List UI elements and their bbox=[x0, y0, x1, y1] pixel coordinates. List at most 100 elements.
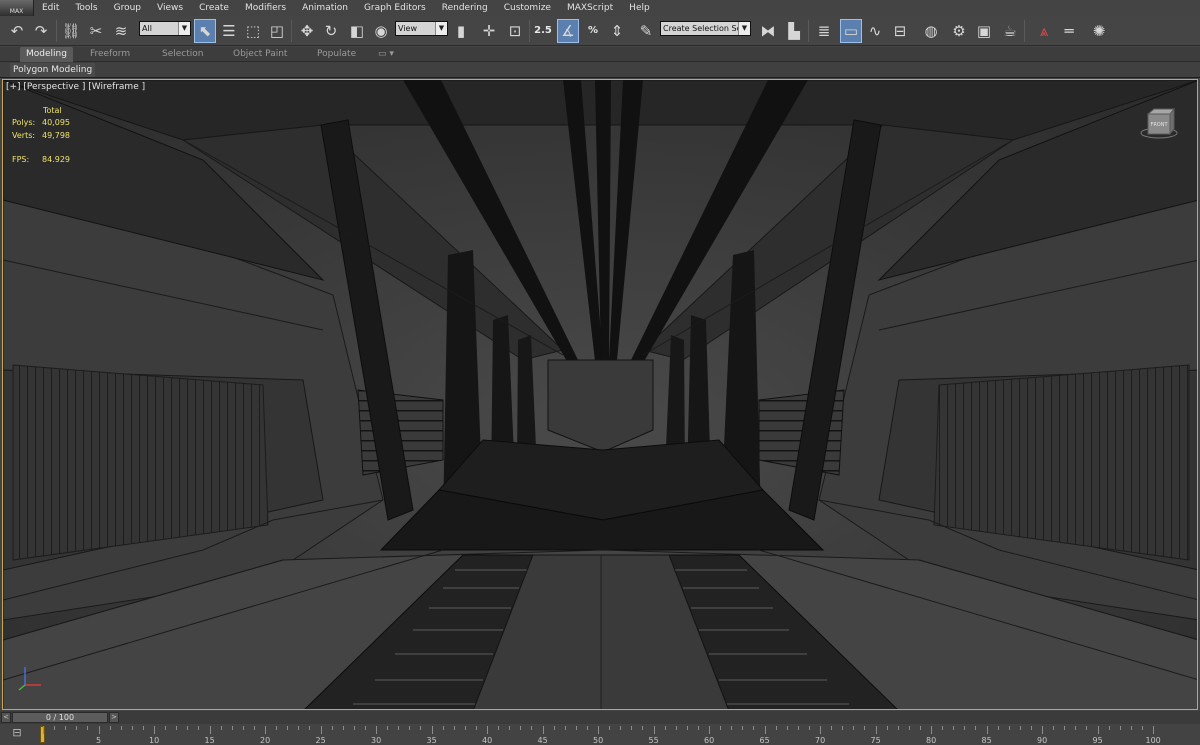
curve-editor-icon[interactable]: ∿ bbox=[864, 19, 886, 43]
select-manipulate-icon[interactable]: ✛ bbox=[478, 19, 500, 43]
undo-icon[interactable]: ↶ bbox=[6, 19, 28, 43]
redo-icon[interactable]: ↷ bbox=[30, 19, 52, 43]
select-object-icon[interactable]: ⬉ bbox=[194, 19, 216, 43]
menu-edit[interactable]: Edit bbox=[34, 0, 67, 16]
edit-named-selection-icon[interactable]: ✎ bbox=[635, 19, 657, 43]
ruler-icon[interactable]: ═ bbox=[1058, 19, 1080, 43]
named-selection-sets-dropdown[interactable]: Create Selection Se ▼ bbox=[660, 21, 751, 36]
reference-coordinate-dropdown[interactable]: View ▼ bbox=[395, 21, 448, 36]
tab-selection[interactable]: Selection bbox=[156, 47, 209, 62]
track-tick bbox=[831, 726, 833, 730]
material-editor-icon[interactable]: ◍ bbox=[920, 19, 942, 43]
menu-maxscript[interactable]: MAXScript bbox=[559, 0, 621, 16]
align-icon[interactable]: ▙ bbox=[783, 19, 805, 43]
render-setup-icon[interactable]: ⚙ bbox=[948, 19, 970, 43]
tab-freeform[interactable]: Freeform bbox=[84, 47, 136, 62]
track-tick bbox=[509, 726, 511, 730]
selection-filter-dropdown[interactable]: All ▼ bbox=[139, 21, 191, 36]
track-tick bbox=[842, 726, 844, 730]
menu-graph-editors[interactable]: Graph Editors bbox=[356, 0, 434, 16]
track-tick bbox=[675, 726, 677, 730]
time-slider-prev-button[interactable]: < bbox=[1, 712, 11, 723]
menu-views[interactable]: Views bbox=[149, 0, 191, 16]
track-tick bbox=[464, 726, 466, 730]
menu-group[interactable]: Group bbox=[106, 0, 149, 16]
select-by-name-icon[interactable]: ☰ bbox=[218, 19, 240, 43]
stats-verts-row: Verts: 49,798 bbox=[12, 130, 82, 142]
move-icon[interactable]: ✥ bbox=[296, 19, 318, 43]
track-tick bbox=[1030, 726, 1032, 730]
stats-header: Total bbox=[43, 106, 62, 115]
menu-bar: MAX Edit Tools Group Views Create Modifi… bbox=[0, 0, 1200, 16]
track-tick bbox=[353, 726, 355, 730]
tab-object-paint[interactable]: Object Paint bbox=[227, 47, 293, 62]
place-icon[interactable]: ◉ bbox=[370, 19, 392, 43]
track-tick bbox=[131, 726, 133, 730]
track-tick bbox=[586, 726, 588, 730]
track-tick-label: 5 bbox=[96, 736, 102, 745]
track-tick bbox=[142, 726, 144, 730]
menu-modifiers[interactable]: Modifiers bbox=[237, 0, 294, 16]
track-tick-label: 10 bbox=[149, 736, 160, 745]
menu-customize[interactable]: Customize bbox=[496, 0, 559, 16]
toggle-ribbon-icon[interactable]: ▭ bbox=[840, 19, 862, 43]
viewport-label[interactable]: [+] [Perspective ] [Wireframe ] bbox=[6, 82, 145, 92]
track-tick bbox=[742, 726, 744, 730]
window-crossing-icon[interactable]: ◰ bbox=[266, 19, 288, 43]
rendered-frame-window-icon[interactable]: ▣ bbox=[973, 19, 995, 43]
track-tick bbox=[409, 726, 411, 730]
rotate-icon[interactable]: ↻ bbox=[320, 19, 342, 43]
track-tick-label: 75 bbox=[870, 736, 881, 745]
track-tick bbox=[1097, 726, 1099, 734]
wireframe-scene bbox=[3, 80, 1197, 709]
track-tick bbox=[886, 726, 888, 730]
track-tick bbox=[87, 726, 89, 730]
ribbon-options-dropdown[interactable]: ▭ ▾ bbox=[372, 47, 400, 62]
pivot-center-icon[interactable]: ▮ bbox=[450, 19, 472, 43]
percent-snap-button[interactable]: % bbox=[582, 19, 604, 43]
mini-curve-editor-icon[interactable]: ⊟ bbox=[8, 726, 26, 742]
time-slider-thumb[interactable]: 0 / 100 bbox=[12, 712, 108, 723]
track-tick bbox=[1153, 726, 1154, 734]
track-bar[interactable]: ⊟ 5 10 15 20 25 30 35 40 45 50 55 60 65 70 75 80 85 90 95 1… bbox=[0, 724, 1200, 745]
app-menu-button[interactable]: MAX bbox=[0, 0, 34, 16]
verts-value: 49,798 bbox=[42, 130, 70, 140]
menu-tools[interactable]: Tools bbox=[67, 0, 105, 16]
time-slider-next-button[interactable]: > bbox=[109, 712, 119, 723]
tab-populate[interactable]: Populate bbox=[311, 47, 362, 62]
verts-label: Verts: bbox=[12, 130, 36, 140]
track-tick bbox=[1119, 726, 1121, 730]
mirror-icon[interactable]: ⧓ bbox=[757, 19, 779, 43]
track-tick bbox=[764, 726, 766, 734]
keyboard-shortcut-override-icon[interactable]: ⊡ bbox=[504, 19, 526, 43]
spinner-snap-icon[interactable]: ⇕ bbox=[606, 19, 628, 43]
ribbon-tabs: Modeling Freeform Selection Object Paint… bbox=[0, 47, 1200, 62]
polygon-modeling-panel[interactable]: Polygon Modeling bbox=[10, 63, 96, 77]
unlink-icon[interactable]: ✂ bbox=[85, 19, 107, 43]
menu-animation[interactable]: Animation bbox=[294, 0, 356, 16]
rectangular-selection-icon[interactable]: ⬚ bbox=[242, 19, 264, 43]
menu-rendering[interactable]: Rendering bbox=[434, 0, 496, 16]
angle-snap-icon[interactable]: ∡ bbox=[557, 19, 579, 43]
bind-space-warp-icon[interactable]: ≋ bbox=[110, 19, 132, 43]
track-tick bbox=[531, 726, 533, 730]
track-tick bbox=[664, 726, 666, 730]
viewcube-icon[interactable]: FRONT bbox=[1139, 106, 1179, 140]
link-icon[interactable]: ⛓ bbox=[60, 19, 82, 43]
track-tick bbox=[43, 726, 44, 734]
track-tick bbox=[276, 726, 278, 730]
scale-icon[interactable]: ◧ bbox=[346, 19, 368, 43]
perspective-viewport[interactable]: [+] [Perspective ] [Wireframe ] Total Po… bbox=[2, 79, 1198, 710]
snaps-toggle-button[interactable]: 2.5 bbox=[532, 19, 554, 43]
schematic-view-icon[interactable]: ⊟ bbox=[889, 19, 911, 43]
menu-help[interactable]: Help bbox=[621, 0, 658, 16]
track-tick bbox=[564, 726, 566, 730]
tab-modeling[interactable]: Modeling bbox=[20, 47, 73, 62]
render-production-icon[interactable]: ☕ bbox=[999, 19, 1021, 43]
populate-icon[interactable]: ⩓ bbox=[1033, 19, 1055, 43]
track-tick bbox=[919, 726, 921, 730]
layer-manager-icon[interactable]: ≣ bbox=[813, 19, 835, 43]
viewport-statistics: Total Polys: 40,095 Verts: 49,798 FPS: 8… bbox=[12, 105, 82, 167]
particle-view-icon[interactable]: ✺ bbox=[1088, 19, 1110, 43]
menu-create[interactable]: Create bbox=[191, 0, 237, 16]
